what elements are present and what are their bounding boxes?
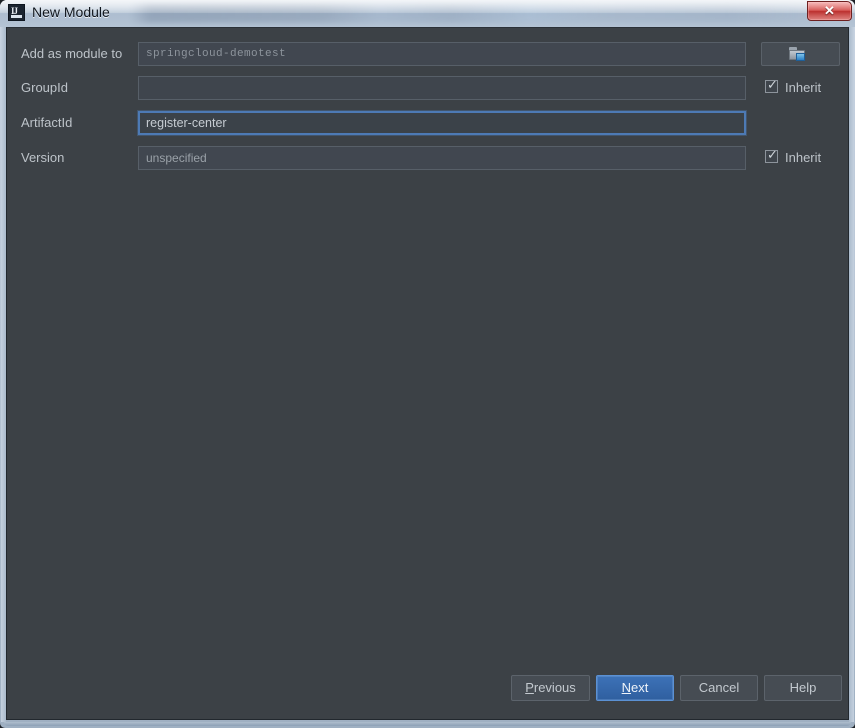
- dialog-window: IJ New Module ✕ Add as module to springc…: [0, 0, 855, 728]
- form-row-add-as-module-to: Add as module to springcloud-demotest: [7, 42, 850, 66]
- artifactid-input[interactable]: register-center: [138, 111, 746, 135]
- previous-button[interactable]: Previous: [511, 675, 590, 701]
- label-groupid: GroupId: [21, 80, 68, 95]
- previous-mnemonic: P: [525, 680, 534, 695]
- window-frame-bottom: [4, 722, 851, 726]
- version-inherit-label: Inherit: [785, 150, 822, 165]
- browse-module-button[interactable]: [761, 42, 840, 66]
- checkbox-box: ✓: [765, 148, 778, 163]
- checkbox-box: ✓: [765, 78, 778, 93]
- background-window-blur: [130, 3, 830, 23]
- help-button[interactable]: Help: [764, 675, 842, 701]
- close-button[interactable]: ✕: [807, 1, 852, 21]
- next-button[interactable]: Next: [596, 675, 674, 701]
- label-version: Version: [21, 150, 65, 165]
- next-mnemonic: N: [621, 680, 632, 695]
- previous-label: revious: [533, 680, 576, 695]
- add-as-module-to-input[interactable]: springcloud-demotest: [138, 42, 746, 66]
- title-bar[interactable]: IJ New Module ✕: [0, 0, 855, 27]
- form-row-artifactid: ArtifactId register-center: [7, 111, 850, 135]
- checkmark-icon: ✓: [767, 148, 778, 163]
- dialog-footer: Previous Next Cancel Help: [7, 667, 848, 719]
- module-form: Add as module to springcloud-demotest Gr…: [7, 28, 850, 178]
- label-add-as-module-to: Add as module to: [21, 46, 123, 61]
- cancel-button[interactable]: Cancel: [680, 675, 758, 701]
- form-row-groupid: GroupId ✓ Inherit: [7, 76, 850, 100]
- intellij-idea-icon: IJ: [8, 4, 25, 21]
- close-icon: ✕: [824, 3, 835, 18]
- folder-icon-badge: [796, 53, 805, 61]
- checkmark-icon: ✓: [767, 78, 778, 93]
- label-artifactid: ArtifactId: [21, 115, 73, 130]
- window-title: New Module: [32, 4, 110, 20]
- groupid-input[interactable]: [138, 76, 746, 100]
- next-label: ext: [631, 680, 649, 695]
- folder-browse-icon: [789, 47, 807, 62]
- groupid-inherit-label: Inherit: [785, 80, 822, 95]
- form-row-version: Version unspecified ✓ Inherit: [7, 146, 850, 170]
- version-input[interactable]: unspecified: [138, 146, 746, 170]
- dialog-content: Add as module to springcloud-demotest Gr…: [6, 27, 849, 720]
- app-icon-bar: [11, 15, 22, 18]
